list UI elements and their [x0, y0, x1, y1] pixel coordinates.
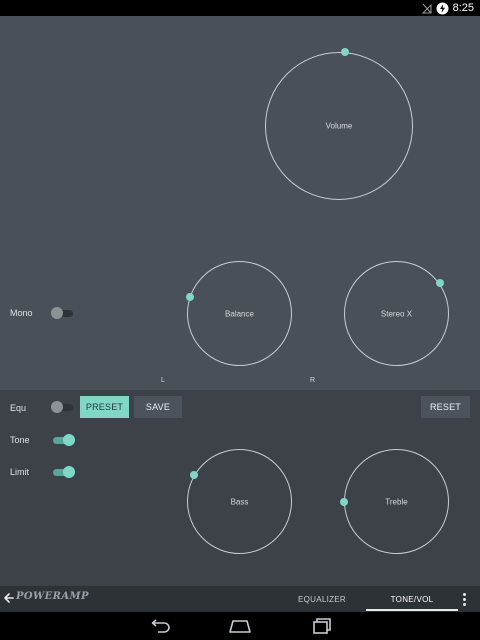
balance-indicator[interactable]: [185, 293, 194, 302]
status-bar: 8:25: [0, 0, 480, 16]
bass-knob[interactable]: Bass: [187, 449, 292, 554]
tone-toggle-thumb: [63, 434, 75, 446]
bass-indicator[interactable]: [190, 471, 199, 480]
stereo-x-label: Stereo X: [380, 309, 413, 318]
treble-indicator[interactable]: [340, 497, 348, 506]
balance-left-label: L: [161, 377, 165, 384]
no-sim-icon: [421, 3, 432, 13]
nav-recents-icon[interactable]: [305, 616, 335, 636]
tone-controls-panel: Equ PRESET SAVE RESET Tone Limit Bass Tr…: [0, 390, 480, 586]
bottom-bar: POWERAMP EQUALIZER TONE/VOL: [0, 586, 480, 612]
clock: 8:25: [452, 2, 474, 14]
tone-toggle[interactable]: [51, 434, 75, 446]
reset-button[interactable]: RESET: [421, 396, 470, 418]
balance-knob[interactable]: Balance: [185, 261, 292, 366]
limit-toggle[interactable]: [51, 466, 75, 478]
treble-label: Treble: [385, 497, 408, 506]
nav-home-icon[interactable]: [225, 616, 255, 636]
tone-vol-panel: Volume Mono Balance Stereo X L R: [0, 16, 480, 390]
stereo-x-knob[interactable]: Stereo X: [344, 261, 449, 366]
mono-toggle-thumb: [51, 307, 63, 319]
limit-label: Limit: [10, 467, 30, 477]
tone-label: Tone: [10, 435, 30, 445]
mono-label: Mono: [10, 308, 33, 318]
bass-label: Bass: [230, 497, 249, 506]
treble-knob[interactable]: Treble: [340, 449, 449, 554]
limit-toggle-thumb: [63, 466, 75, 478]
back-arrow-icon[interactable]: [3, 589, 15, 607]
overflow-menu-icon[interactable]: [459, 590, 469, 608]
equ-toggle-thumb: [51, 401, 63, 413]
status-icons: 8:25: [421, 1, 474, 15]
stereo-x-indicator[interactable]: [435, 279, 444, 288]
volume-knob[interactable]: Volume: [265, 48, 413, 200]
equ-toggle[interactable]: [51, 401, 75, 413]
tab-equalizer[interactable]: EQUALIZER: [276, 586, 368, 612]
volume-indicator[interactable]: [341, 48, 350, 57]
save-button[interactable]: SAVE: [134, 396, 182, 418]
preset-button[interactable]: PRESET: [80, 396, 129, 418]
equ-label: Equ: [10, 403, 27, 413]
mono-toggle[interactable]: [51, 307, 75, 319]
balance-right-label: R: [310, 377, 316, 384]
nav-back-icon[interactable]: [145, 616, 175, 636]
volume-label: Volume: [325, 121, 353, 131]
balance-label: Balance: [225, 309, 254, 318]
active-tab-indicator: [366, 609, 458, 611]
navigation-bar: [0, 612, 480, 640]
poweramp-logo: POWERAMP: [16, 591, 89, 602]
battery-charging-icon: [436, 2, 449, 14]
